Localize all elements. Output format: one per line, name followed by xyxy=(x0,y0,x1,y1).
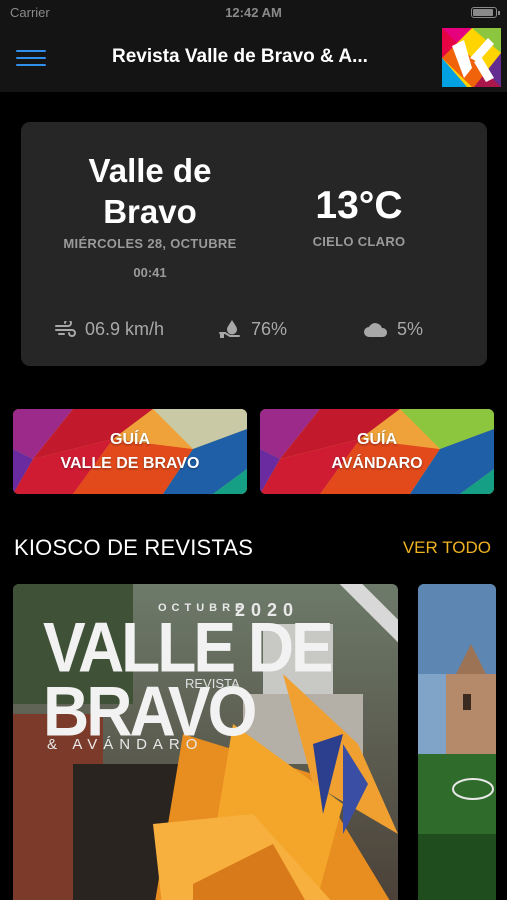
guide-avandaro-button[interactable]: GUÍA AVÁNDARO xyxy=(260,409,494,494)
app-logo[interactable] xyxy=(442,28,501,87)
wind-value: 06.9 km/h xyxy=(85,318,165,339)
kiosk-title: KIOSCO DE REVISTAS xyxy=(14,535,254,560)
cloud-icon xyxy=(364,323,388,337)
see-all-link[interactable]: VER TODO xyxy=(403,538,491,558)
wind-icon xyxy=(55,321,76,337)
status-bar: Carrier 12:42 AM xyxy=(0,0,507,24)
weather-temperature: 13°C xyxy=(315,184,403,227)
nav-bar: Revista Valle de Bravo & A... xyxy=(0,24,507,92)
menu-icon[interactable] xyxy=(16,50,46,70)
humidity-value: 76% xyxy=(251,318,288,339)
magazine-tagline: & AVÁNDARO xyxy=(47,736,204,753)
magazine-subtitle: REVISTA xyxy=(185,676,240,691)
guide-2-label-bottom: AVÁNDARO xyxy=(331,455,423,472)
page-title: Revista Valle de Bravo & A... xyxy=(112,46,368,67)
weather-city: Valle de Bravo xyxy=(88,152,212,230)
magazine-cover[interactable] xyxy=(418,584,496,900)
guide-valle-de-bravo-button[interactable]: GUÍA VALLE DE BRAVO xyxy=(13,409,247,494)
weather-card: Valle de Bravo MIÉRCOLES 28, OCTUBRE 00:… xyxy=(21,122,487,366)
humidity-stat: 76% xyxy=(219,317,287,341)
magazine-cover-art xyxy=(418,584,496,900)
weather-condition: CIELO CLARO xyxy=(312,234,406,249)
guide-2-label-top: GUÍA xyxy=(357,431,397,448)
status-time: 12:42 AM xyxy=(225,5,282,20)
battery-icon xyxy=(471,7,500,18)
weather-date: MIÉRCOLES 28, OCTUBRE xyxy=(63,236,237,251)
humidity-icon xyxy=(219,320,240,338)
cloud-value: 5% xyxy=(397,318,424,339)
wind-stat: 06.9 km/h xyxy=(55,317,164,341)
cloud-stat: 5% xyxy=(363,317,423,341)
guide-1-label-top: GUÍA xyxy=(110,431,150,448)
guide-1-label-bottom: VALLE DE BRAVO xyxy=(60,455,200,472)
magazine-cover[interactable]: OCTUBRE 2020 VALLE DE BRAVO REVISTA & AV… xyxy=(13,584,398,900)
weather-time: 00:41 xyxy=(133,265,167,280)
